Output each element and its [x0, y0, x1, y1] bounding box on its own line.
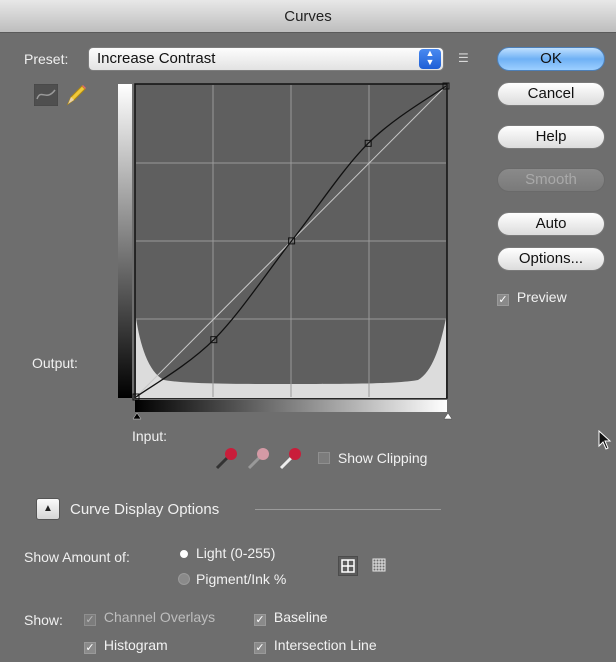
window-titlebar: Curves	[0, 0, 616, 33]
curve-point-tool-icon[interactable]	[34, 84, 58, 106]
disclosure-toggle-button[interactable]: ▲	[36, 498, 60, 520]
preset-menu-icon[interactable]: ☰	[458, 52, 472, 66]
curve-display-options-label: Curve Display Options	[70, 501, 220, 518]
light-radio-label: Light (0-255)	[196, 545, 276, 561]
preset-select[interactable]: Increase Contrast ▲ ▼	[88, 47, 444, 71]
histogram-checkbox[interactable]: ✓	[84, 642, 96, 654]
show-label: Show:	[24, 612, 63, 628]
ok-button[interactable]: OK	[497, 47, 605, 71]
pencil-tool-icon[interactable]	[64, 84, 88, 106]
histogram-label: Histogram	[103, 637, 168, 653]
auto-button[interactable]: Auto	[497, 212, 605, 236]
input-gradient-bar	[135, 400, 447, 412]
preset-value: Increase Contrast	[97, 50, 216, 67]
select-stepper-icon: ▲ ▼	[419, 49, 441, 69]
black-eyedropper-icon[interactable]	[213, 446, 239, 472]
intersection-line-option[interactable]: ✓ Intersection Line	[254, 637, 377, 654]
preview-label: Preview	[516, 289, 567, 305]
black-point-slider[interactable]	[132, 412, 142, 420]
output-label: Output:	[32, 355, 78, 371]
simple-grid-button[interactable]	[338, 556, 358, 576]
pigment-radio-label: Pigment/Ink %	[196, 571, 287, 587]
baseline-label: Baseline	[273, 609, 328, 625]
baseline-checkbox[interactable]: ✓	[254, 614, 266, 626]
channel-overlays-checkbox[interactable]: ✓	[84, 614, 96, 626]
show-amount-label: Show Amount of:	[24, 549, 130, 565]
intersection-line-checkbox[interactable]: ✓	[254, 642, 266, 654]
channel-overlays-label: Channel Overlays	[103, 609, 216, 625]
disclosure-triangle-icon: ▲	[43, 503, 53, 514]
section-divider	[255, 509, 441, 510]
pigment-radio[interactable]	[178, 573, 190, 585]
mouse-cursor-icon	[598, 430, 612, 450]
detailed-grid-icon	[372, 558, 386, 572]
channel-overlays-option[interactable]: ✓ Channel Overlays	[84, 609, 215, 626]
preset-label: Preset:	[24, 51, 69, 67]
output-gradient-bar	[118, 84, 132, 398]
white-point-slider[interactable]	[443, 412, 452, 420]
preview-checkbox[interactable]: ✓	[497, 294, 509, 306]
show-clipping-label: Show Clipping	[337, 450, 428, 466]
show-clipping-checkbox[interactable]	[318, 452, 330, 464]
help-button[interactable]: Help	[497, 125, 605, 149]
input-label: Input:	[132, 428, 168, 444]
pigment-radio-option[interactable]: Pigment/Ink %	[178, 571, 286, 587]
options-button[interactable]: Options...	[497, 247, 605, 271]
white-eyedropper-icon[interactable]	[277, 446, 303, 472]
baseline-option[interactable]: ✓ Baseline	[254, 609, 328, 626]
window-title: Curves	[284, 7, 332, 25]
cancel-button[interactable]: Cancel	[497, 82, 605, 106]
show-clipping-option[interactable]: Show Clipping	[318, 450, 427, 466]
detailed-grid-button[interactable]	[370, 556, 390, 576]
gray-eyedropper-icon[interactable]	[245, 446, 271, 472]
simple-grid-icon	[341, 559, 355, 573]
light-radio[interactable]	[180, 550, 188, 558]
light-radio-option[interactable]: Light (0-255)	[178, 545, 275, 561]
preview-option[interactable]: ✓ Preview	[497, 289, 567, 306]
intersection-line-label: Intersection Line	[273, 637, 377, 653]
smooth-button[interactable]: Smooth	[497, 168, 605, 192]
histogram-option[interactable]: ✓ Histogram	[84, 637, 168, 654]
curves-graph[interactable]	[116, 82, 452, 422]
